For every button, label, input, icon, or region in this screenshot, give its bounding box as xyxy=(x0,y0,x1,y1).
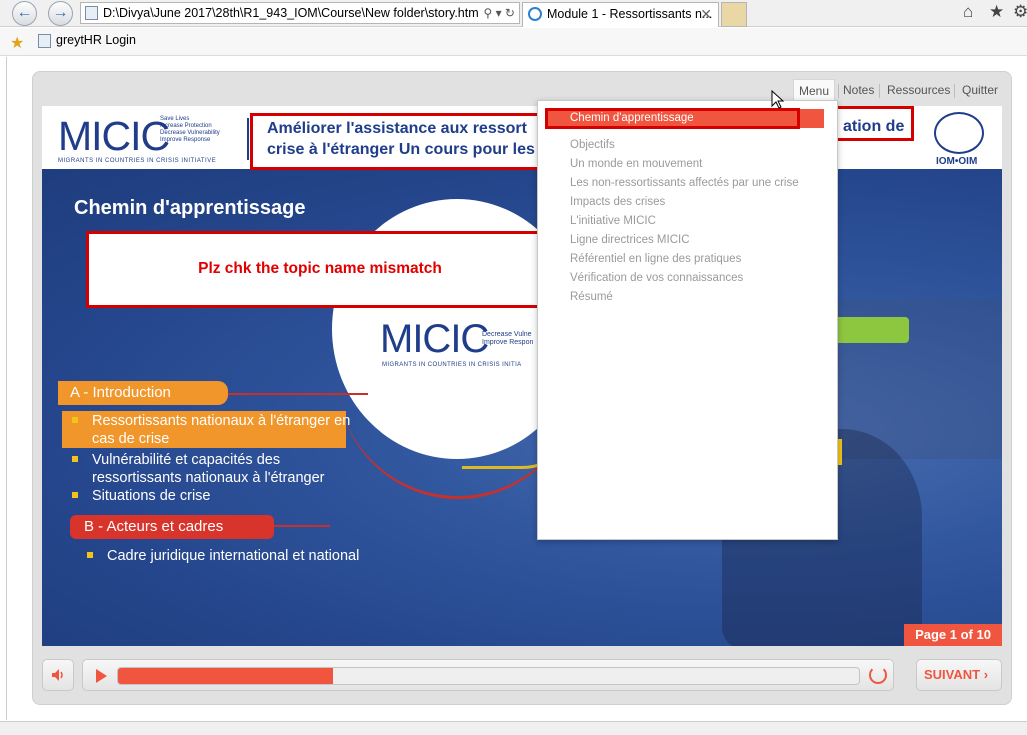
favorite-label: greytHR Login xyxy=(56,33,136,47)
iom-logo: IOM•OIM xyxy=(930,110,986,167)
logo-tagline: Improve Response xyxy=(160,137,211,143)
menu-dropdown: Objectifs Un monde en mouvement Les non-… xyxy=(537,100,838,540)
section-a-pill[interactable]: A - Introduction xyxy=(58,381,228,405)
menu-item[interactable]: Un monde en mouvement xyxy=(570,155,702,174)
iom-globe-icon xyxy=(934,112,984,154)
annotation-highlight-title-end xyxy=(830,106,914,141)
iom-text: IOM•OIM xyxy=(936,156,978,167)
play-icon[interactable] xyxy=(96,669,107,683)
home-icon[interactable]: ⌂ xyxy=(963,2,973,22)
next-button-label: SUIVANT › xyxy=(924,667,989,682)
seek-progress xyxy=(118,668,333,684)
page-icon xyxy=(38,34,51,48)
browser-tab-bar: ← → D:\Divya\June 2017\28th\R1_943_IOM\C… xyxy=(0,0,1027,27)
logo-subtitle: MIGRANTS IN COUNTRIES IN CRISIS INITIATI… xyxy=(58,158,217,164)
menu-item[interactable]: Résumé xyxy=(570,288,613,307)
menu-item[interactable]: Objectifs xyxy=(570,136,615,155)
menu-item[interactable]: Ligne directrices MICIC xyxy=(570,231,690,250)
list-item[interactable]: Vulnérabilité et capacités des ressortis… xyxy=(72,451,362,487)
back-arrow-icon[interactable]: ← xyxy=(12,1,37,26)
browser-tab[interactable]: Module 1 - Ressortissants n... ✕ xyxy=(522,2,719,27)
favorites-bar: ★ greytHR Login xyxy=(0,28,1027,56)
menu-item[interactable]: Référentiel en ligne des pratiques xyxy=(570,250,741,269)
cursor-icon xyxy=(771,90,785,109)
logo-word: MICIC xyxy=(58,113,170,159)
quit-tab[interactable]: Quitter xyxy=(962,80,998,100)
logo-tagline: Save Lives xyxy=(160,116,190,122)
section-b-pill[interactable]: B - Acteurs et cadres xyxy=(70,515,274,539)
new-tab-button[interactable] xyxy=(721,2,747,27)
green-accent-bar xyxy=(832,317,909,343)
replay-icon[interactable] xyxy=(869,666,887,684)
bullet-icon xyxy=(72,456,78,462)
circle-tagline: Decrease Vulne xyxy=(482,331,532,338)
annotation-comment-text: Plz chk the topic name mismatch xyxy=(198,260,442,277)
menu-item[interactable]: Vérification de vos connaissances xyxy=(570,269,743,288)
list-item-label: Cadre juridique international et nationa… xyxy=(107,548,360,564)
list-item-label: Vulnérabilité et capacités des ressortis… xyxy=(92,452,325,486)
bullet-icon xyxy=(87,552,93,558)
section-heading: Chemin d'apprentissage xyxy=(74,197,306,219)
nav-divider xyxy=(838,84,839,98)
slide: MICIC Save Lives Increase Protection Dec… xyxy=(42,106,1002,646)
bullet-icon xyxy=(72,417,78,423)
notes-tab[interactable]: Notes xyxy=(843,80,874,100)
logo-tagline: Decrease Vulnerability xyxy=(160,130,220,136)
speaker-icon xyxy=(52,669,63,681)
status-strip xyxy=(0,721,1027,735)
close-tab-icon[interactable]: ✕ xyxy=(700,3,712,25)
tab-title: Module 1 - Ressortissants n... xyxy=(547,7,713,21)
connector-line xyxy=(274,525,330,527)
page-icon xyxy=(85,6,98,20)
logo-tagline: Increase Protection xyxy=(160,123,212,129)
nav-divider xyxy=(879,84,880,98)
list-item-label: Situations de crise xyxy=(92,488,211,504)
annotation-comment-box: Plz chk the topic name mismatch xyxy=(86,231,554,308)
menu-item[interactable]: Les non-ressortissants affectés par une … xyxy=(570,174,799,193)
address-tools-icon[interactable]: ⚲ ▾ ↻ xyxy=(483,3,515,23)
connector-line xyxy=(228,393,368,395)
circle-tagline: Improve Respon xyxy=(482,339,534,346)
list-item[interactable]: Ressortissants nationaux à l'étranger en… xyxy=(72,412,352,448)
bullet-icon xyxy=(72,492,78,498)
ie-icon xyxy=(528,7,542,21)
header-divider xyxy=(247,118,249,160)
circle-logo-taglines: Decrease Vulne Improve Respon xyxy=(482,331,533,347)
micic-logo: MICIC Save Lives Increase Protection Dec… xyxy=(58,114,228,164)
next-label-text: SUIVANT xyxy=(924,667,981,682)
annotation-highlight-menu xyxy=(545,108,800,129)
menu-item[interactable]: L'initiative MICIC xyxy=(570,212,656,231)
list-item[interactable]: Cadre juridique international et nationa… xyxy=(87,547,427,565)
page-indicator: Page 1 of 10 xyxy=(904,624,1002,646)
list-item-label: Ressortissants nationaux à l'étranger en… xyxy=(92,413,351,447)
seek-track[interactable] xyxy=(117,667,860,685)
favorite-link[interactable]: greytHR Login xyxy=(36,33,136,48)
address-bar[interactable]: D:\Divya\June 2017\28th\R1_943_IOM\Cours… xyxy=(80,2,520,24)
resources-tab[interactable]: Ressources xyxy=(887,80,950,100)
forward-arrow-icon[interactable]: → xyxy=(48,1,73,26)
list-item[interactable]: Situations de crise xyxy=(72,487,352,505)
gear-icon[interactable]: ⚙ xyxy=(1013,2,1027,22)
nav-divider xyxy=(954,84,955,98)
logo-taglines: Save Lives Increase Protection Decrease … xyxy=(160,116,220,144)
favorites-star-icon[interactable]: ★ xyxy=(989,2,1004,22)
menu-item[interactable]: Impacts des crises xyxy=(570,193,665,212)
favorites-add-icon[interactable]: ★ xyxy=(10,33,24,53)
annotation-highlight-title xyxy=(250,113,542,170)
address-text: D:\Divya\June 2017\28th\R1_943_IOM\Cours… xyxy=(103,6,479,20)
